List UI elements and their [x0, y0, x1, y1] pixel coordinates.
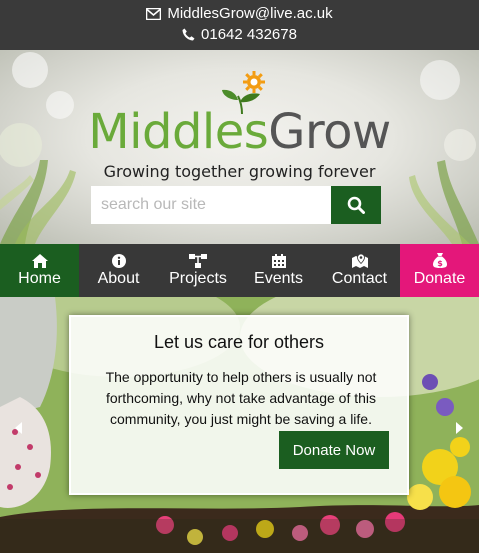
svg-text:$: $ — [437, 259, 443, 268]
nav-item-projects[interactable]: Projects — [158, 244, 238, 297]
slide-caption-card: Let us care for others The opportunity t… — [69, 315, 409, 495]
hero-slider: Let us care for others The opportunity t… — [0, 297, 479, 553]
email-text[interactable]: MiddlesGrow@live.ac.uk — [167, 5, 332, 22]
phone-row[interactable]: 01642 432678 — [0, 26, 479, 43]
nav-item-contact[interactable]: Contact — [319, 244, 400, 297]
caret-left-icon — [15, 422, 22, 434]
envelope-icon — [146, 7, 162, 20]
sitemap-icon — [189, 253, 207, 268]
search-form — [91, 186, 381, 224]
nav-item-home[interactable]: Home — [0, 244, 79, 297]
contact-bar: MiddlesGrow@live.ac.uk 01642 432678 — [0, 0, 479, 50]
search-button[interactable] — [331, 186, 381, 224]
phone-icon — [182, 28, 195, 41]
tagline: Growing together growing forever — [103, 162, 376, 181]
search-input[interactable] — [91, 186, 331, 224]
main-nav: Home About Projects Events Contact $ Don… — [0, 244, 479, 297]
phone-text[interactable]: 01642 432678 — [201, 26, 297, 43]
nav-item-about[interactable]: About — [79, 244, 158, 297]
header-banner: MiddlesGrow Growing together growing for… — [0, 50, 479, 244]
logo-word-middles: Middles — [88, 104, 269, 160]
logo[interactable]: MiddlesGrow — [0, 70, 479, 160]
calendar-icon — [271, 253, 286, 268]
slide-title: Let us care for others — [153, 332, 325, 352]
home-icon — [31, 253, 48, 268]
slide-body: The opportunity to help others is usuall… — [105, 369, 377, 427]
slider-next-button[interactable] — [452, 421, 466, 435]
email-row[interactable]: MiddlesGrow@live.ac.uk — [0, 5, 479, 22]
nav-item-events[interactable]: Events — [238, 244, 319, 297]
nav-item-donate[interactable]: $ Donate — [400, 244, 479, 297]
logo-word-grow: Grow — [268, 104, 391, 160]
caret-right-icon — [456, 422, 463, 434]
nav-label: Events — [254, 269, 303, 287]
nav-label: Donate — [413, 270, 466, 287]
nav-label: Home — [18, 269, 61, 287]
info-icon — [111, 253, 126, 268]
money-bag-icon: $ — [432, 253, 447, 268]
slider-prev-button[interactable] — [12, 421, 26, 435]
nav-label: Contact — [331, 269, 388, 287]
nav-label: About — [97, 269, 140, 287]
logo-wordmark: MiddlesGrow — [0, 108, 479, 156]
donate-now-button[interactable]: Donate Now — [279, 431, 389, 469]
nav-label: Projects — [169, 269, 227, 287]
search-icon — [347, 196, 365, 214]
map-pin-icon — [351, 253, 368, 268]
